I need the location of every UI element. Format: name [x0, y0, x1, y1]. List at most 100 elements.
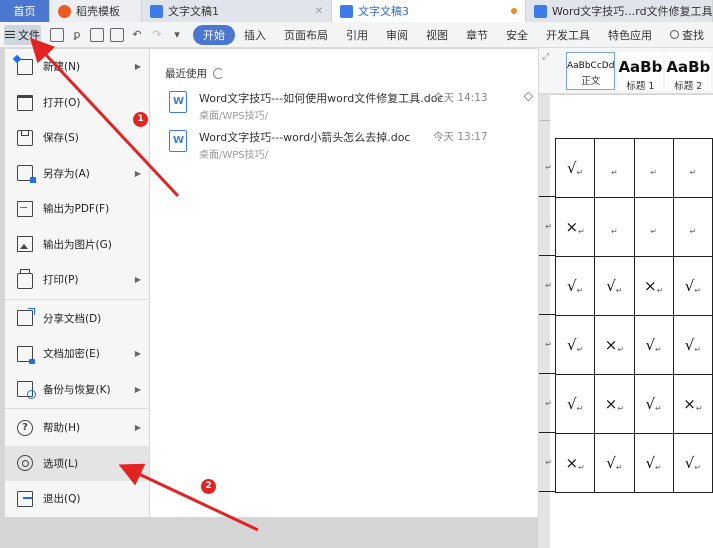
ribbon-tab-view[interactable]: 视图: [417, 27, 457, 43]
pin-icon[interactable]: [523, 91, 534, 102]
table-cell[interactable]: √↵: [554, 315, 596, 375]
ribbon-tab-review[interactable]: 审阅: [377, 27, 417, 43]
table-cell[interactable]: √↵: [672, 256, 713, 316]
submenu-arrow-icon: ▶: [134, 275, 141, 285]
table-cell[interactable]: ×↵: [594, 315, 635, 375]
cell-mark: √: [566, 159, 577, 177]
save-icon[interactable]: [50, 27, 64, 42]
exit-icon: [17, 490, 33, 507]
style-heading-1[interactable]: AaBb 标题 1: [617, 52, 664, 92]
refresh-icon[interactable]: [213, 68, 224, 79]
print-icon[interactable]: [90, 27, 104, 42]
menu-item-image[interactable]: 输出为图片(G): [5, 227, 149, 263]
menu-separator: [5, 408, 149, 409]
print-preview-icon[interactable]: [110, 27, 124, 42]
ribbon-tab-references[interactable]: 引用: [337, 27, 377, 43]
style-normal[interactable]: AaBbCcDd 正文: [566, 52, 616, 90]
table-cell[interactable]: √↵: [672, 433, 713, 493]
return-mark: ↵: [655, 463, 662, 472]
cell-mark: √: [606, 454, 616, 472]
table-cell[interactable]: ↵: [538, 256, 555, 315]
table-cell[interactable]: ↵: [538, 433, 555, 492]
ribbon-tab-insert[interactable]: 插入: [235, 27, 275, 43]
table-cell[interactable]: ↵: [538, 315, 555, 374]
style-sample: AaBb: [618, 58, 663, 76]
recent-file-item[interactable]: Word文字技巧---如何使用word文件修复工具.doc 桌面/WPS技巧/ …: [165, 87, 535, 125]
table-cell[interactable]: ↵: [672, 197, 713, 257]
return-mark: ↵: [611, 227, 618, 236]
tab-document-1[interactable]: 文字文稿1 ✕: [142, 0, 332, 22]
table-cell[interactable]: ×↵: [594, 374, 635, 434]
ribbon-tab-page-layout[interactable]: 页面布局: [275, 27, 337, 43]
submenu-arrow-icon: ▶: [134, 62, 141, 72]
format-painter-icon[interactable]: ꝑ: [70, 28, 84, 42]
new-doc-icon: [17, 58, 33, 75]
save-icon: [17, 129, 33, 146]
tab-document-3[interactable]: 文字文稿3: [332, 0, 526, 22]
table-cell[interactable]: √↵: [633, 374, 674, 434]
table-cell[interactable]: ↵: [672, 138, 713, 198]
table-cell[interactable]: ×↵: [554, 433, 596, 493]
tab-daoke-templates[interactable]: 稻壳模板: [50, 0, 142, 22]
search-button[interactable]: 查找: [661, 27, 713, 43]
style-heading-2[interactable]: AaBb 标题 2: [665, 52, 712, 92]
tab-document-tips[interactable]: Word文字技巧…rd文件修复工具: [526, 0, 713, 22]
menu-item-gear[interactable]: 选项(L): [5, 445, 149, 481]
submenu-arrow-icon: ▶: [134, 423, 141, 433]
table-cell[interactable]: ×↵: [554, 197, 596, 257]
menu-item-share[interactable]: 分享文档(D): [5, 301, 149, 337]
word-doc-icon: [534, 4, 547, 18]
menu-item-save[interactable]: 保存(S): [5, 120, 149, 156]
menu-item-save-as[interactable]: 另存为(A) ▶: [5, 156, 149, 192]
file-menu-button[interactable]: 文件: [4, 24, 41, 45]
undo-icon[interactable]: ↶: [130, 28, 144, 42]
ribbon-tab-section[interactable]: 章节: [457, 27, 497, 43]
menu-item-backup[interactable]: 备份与恢复(K) ▶: [5, 372, 149, 408]
menu-item-new-doc[interactable]: 新建(N) ▶: [5, 49, 149, 85]
expand-icon[interactable]: ⤢: [542, 52, 549, 62]
recent-file-item[interactable]: Word文字技巧---word小箭头怎么去掉.doc 桌面/WPS技巧/ 今天 …: [165, 126, 535, 164]
table-cell[interactable]: ↵: [633, 138, 674, 198]
table-cell[interactable]: √↵: [594, 433, 635, 493]
return-mark: ↵: [578, 227, 585, 236]
table-cell[interactable]: ×↵: [672, 374, 713, 434]
table-cell[interactable]: √↵: [672, 315, 713, 375]
table-cell[interactable]: ↵: [594, 197, 635, 257]
customize-dropdown-icon[interactable]: ▾: [170, 28, 184, 42]
ribbon-tab-developer[interactable]: 开发工具: [537, 27, 599, 43]
table-cell[interactable]: √↵: [633, 315, 674, 375]
menu-item-lock[interactable]: 文档加密(E) ▶: [5, 336, 149, 372]
style-label: 标题 2: [674, 81, 703, 92]
submenu-arrow-icon: ▶: [134, 384, 141, 394]
table-cell[interactable]: ↵: [633, 197, 674, 257]
table-left-column: ↵ ↵ ↵ ↵ ↵ ↵: [538, 138, 555, 492]
ribbon-tab-security[interactable]: 安全: [497, 27, 537, 43]
table-cell[interactable]: √↵: [554, 138, 596, 198]
table-cell[interactable]: ↵: [538, 197, 555, 256]
word-file-icon: [169, 130, 187, 152]
close-icon[interactable]: ✕: [315, 6, 323, 17]
menu-item-pdf[interactable]: 输出为PDF(F): [5, 191, 149, 227]
table-cell[interactable]: √↵: [554, 256, 596, 316]
menu-item-printer[interactable]: 打印(P) ▶: [5, 262, 149, 298]
table-cell[interactable]: ↵: [594, 138, 635, 198]
menu-item-label: 新建(N): [43, 61, 81, 74]
table-cell[interactable]: √↵: [633, 433, 674, 493]
table-cell[interactable]: √↵: [554, 374, 596, 434]
ribbon-tab-home[interactable]: 开始: [193, 24, 235, 45]
table-cell[interactable]: √↵: [594, 256, 635, 316]
menu-item-label: 选项(L): [43, 457, 79, 470]
table-cell[interactable]: ↵: [538, 374, 555, 433]
redo-icon[interactable]: ↷: [150, 28, 164, 42]
annotation-badge-2: 2: [201, 479, 216, 494]
menu-item-exit[interactable]: 退出(Q): [5, 481, 149, 517]
menu-item-help[interactable]: ? 帮助(H) ▶: [5, 410, 149, 446]
table-cell[interactable]: ↵: [538, 138, 555, 197]
recent-header: 最近使用: [165, 66, 224, 81]
menu-item-folder[interactable]: 打开(O): [5, 85, 149, 121]
tab-label: 稻壳模板: [76, 5, 120, 18]
tab-home[interactable]: 首页: [0, 0, 50, 22]
return-mark: ↵: [694, 345, 701, 354]
ribbon-tab-features[interactable]: 特色应用: [599, 27, 661, 43]
table-cell[interactable]: ×↵: [633, 256, 674, 316]
